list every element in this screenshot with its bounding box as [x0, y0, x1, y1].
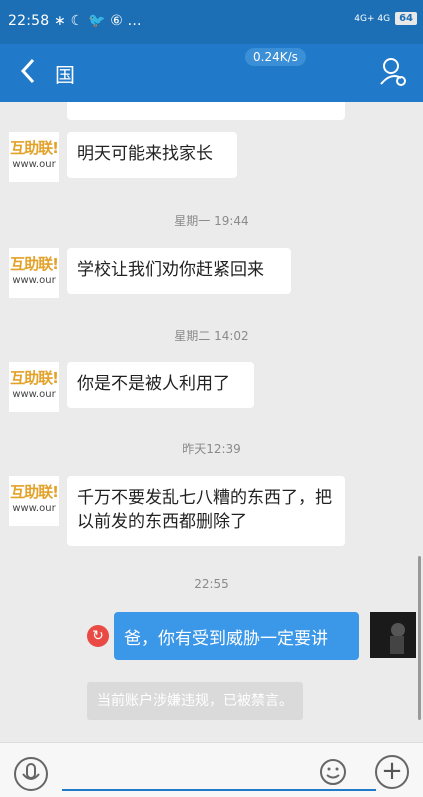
- avatar-logo-subtext: www.our: [12, 503, 56, 514]
- avatar-logo-text: 互助联!: [10, 369, 59, 387]
- timestamp: 22:55: [194, 577, 229, 591]
- avatar[interactable]: 互助联! www.our: [9, 476, 59, 526]
- message-bubble[interactable]: 你是不是被人利用了: [67, 362, 254, 408]
- battery-icon: 64: [395, 12, 417, 25]
- scrollbar[interactable]: [418, 556, 421, 720]
- chat-header: 国 0.24K/s: [0, 44, 423, 102]
- avatar[interactable]: 互助联! www.our: [9, 248, 59, 298]
- message-bubble[interactable]: 学校让我们劝你赶紧回来: [67, 248, 291, 294]
- contact-settings-button[interactable]: [379, 56, 407, 88]
- message-bubble[interactable]: 千万不要发乱七八糟的东西了，把以前发的东西都删除了: [67, 476, 345, 546]
- timestamp: 星期一 19:44: [174, 214, 249, 228]
- status-right: 4G+ 4G 64: [354, 12, 417, 25]
- message-bubble-outgoing[interactable]: 爸，你有受到威胁一定要讲: [114, 612, 359, 660]
- add-attachment-button[interactable]: +: [375, 755, 409, 789]
- composer-bar: +: [0, 742, 423, 797]
- avatar-logo-text: 互助联!: [10, 255, 59, 273]
- avatar-photo-icon: [370, 612, 416, 658]
- message-bubble-partial: [67, 102, 345, 120]
- system-notice: 当前账户涉嫌违规，已被禁言。: [87, 682, 303, 720]
- avatar-logo-subtext: www.our: [12, 389, 56, 400]
- message-list[interactable]: 互助联! www.our 明天可能来找家长 星期一 19:44 互助联! www…: [0, 102, 423, 742]
- contact-settings-icon: [380, 58, 406, 86]
- avatar-logo-subtext: www.our: [12, 275, 56, 286]
- timestamp: 星期二 14:02: [174, 329, 249, 343]
- chat-title: 国: [55, 63, 75, 87]
- avatar-logo-text: 互助联!: [10, 483, 59, 501]
- voice-button[interactable]: [14, 757, 48, 791]
- status-time-group: 22:58 ∗ ☾ 🐦 ⑥ ...: [8, 13, 142, 29]
- back-button[interactable]: [18, 56, 38, 92]
- status-time: 22:58: [8, 13, 50, 29]
- my-avatar[interactable]: [370, 612, 416, 658]
- message-bubble[interactable]: 明天可能来找家长: [67, 132, 237, 178]
- retry-send-icon[interactable]: ↻: [87, 625, 109, 647]
- status-bar: 22:58 ∗ ☾ 🐦 ⑥ ... 4G+ 4G 64: [0, 0, 423, 44]
- microphone-icon: [22, 763, 40, 780]
- avatar[interactable]: 互助联! www.our: [9, 362, 59, 412]
- network-speed: 0.24K/s: [245, 48, 306, 66]
- timestamp: 昨天12:39: [182, 442, 241, 456]
- avatar-logo-subtext: www.our: [12, 159, 56, 170]
- avatar-logo-text: 互助联!: [10, 139, 59, 157]
- avatar[interactable]: 互助联! www.our: [9, 132, 59, 182]
- chevron-left-icon: [20, 58, 35, 84]
- emoji-button[interactable]: [318, 757, 348, 787]
- emoji-icon: [320, 759, 346, 785]
- status-indicators: ∗ ☾ 🐦 ⑥ ...: [54, 13, 142, 29]
- signal-icon: 4G+ 4G: [354, 13, 391, 24]
